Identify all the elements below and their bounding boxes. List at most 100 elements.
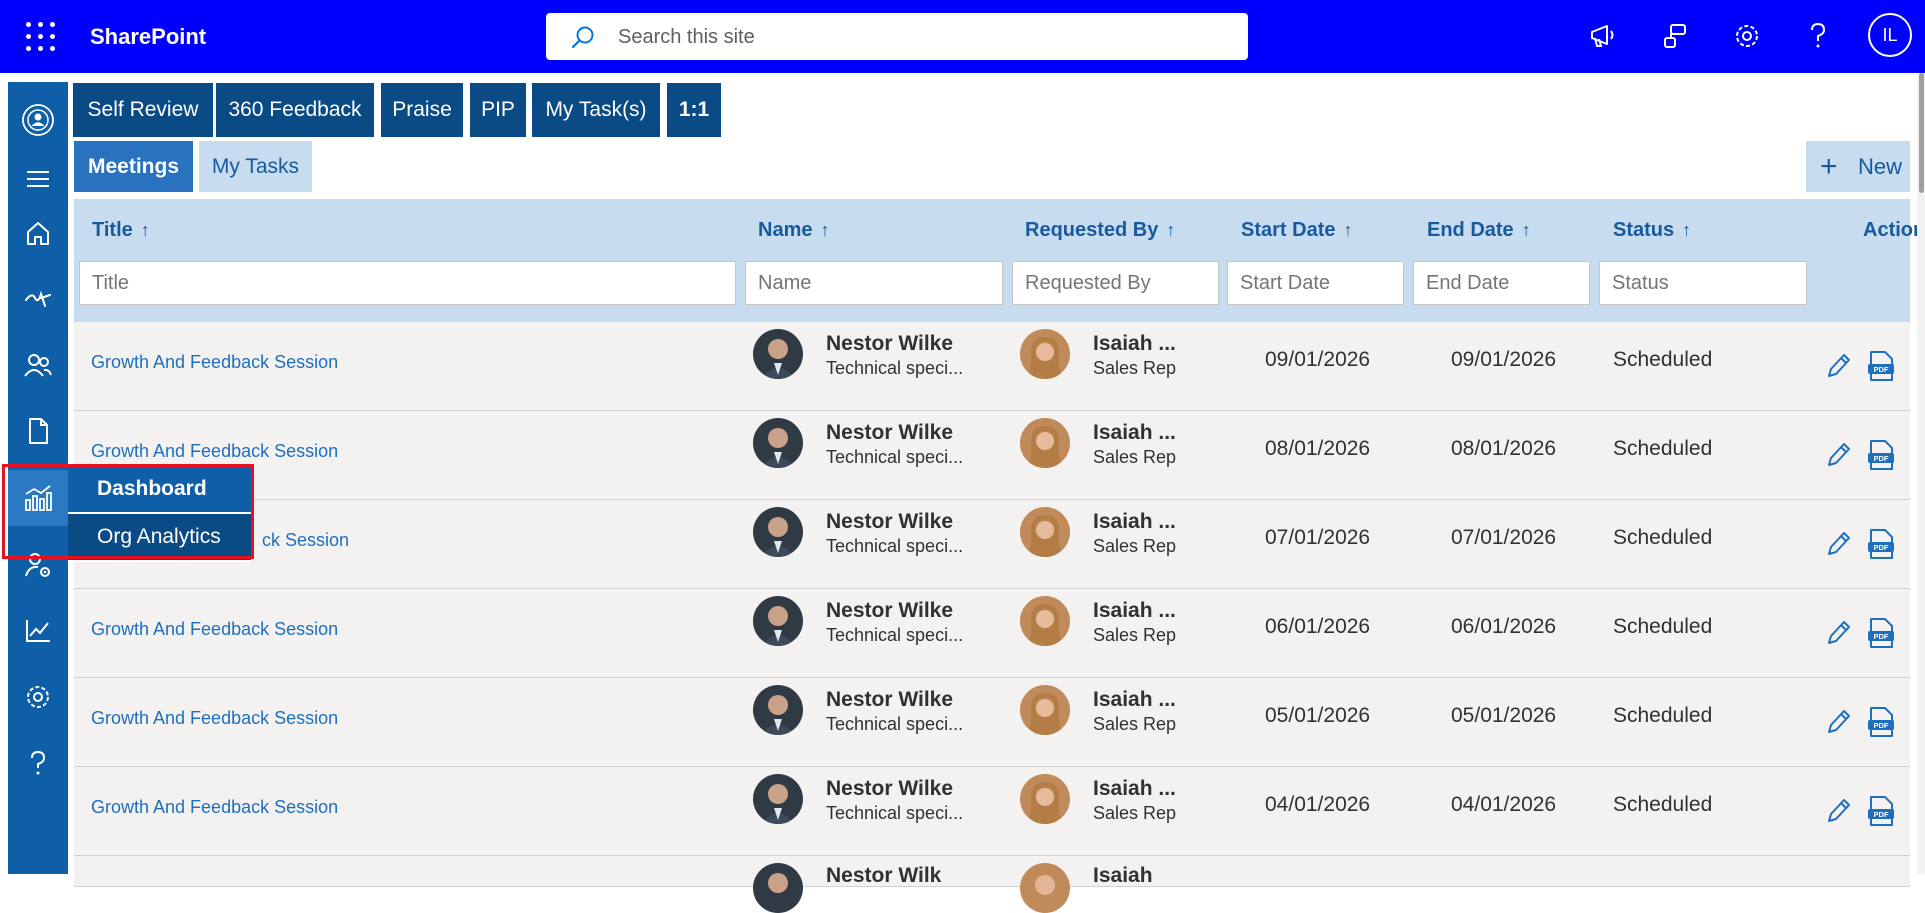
avatar [753, 596, 803, 646]
new-button[interactable]: + New [1806, 141, 1910, 192]
help-icon[interactable] [1800, 18, 1836, 54]
requester-name: Isaiah ... [1093, 421, 1176, 444]
column-header-status[interactable]: Status ↑ [1613, 219, 1691, 242]
requester-name: Isaiah ... [1093, 510, 1176, 533]
end-date: 04/01/2026 [1451, 793, 1557, 816]
avatar [753, 418, 803, 468]
employee-name: Nestor Wilke [826, 510, 954, 533]
tab-one-on-one[interactable]: 1:1 [667, 83, 721, 137]
share-network-icon[interactable] [1657, 18, 1693, 54]
home-icon[interactable] [8, 209, 68, 257]
requester-role: Sales Rep [1093, 625, 1177, 645]
grid-header: Title ↑ Name ↑ Requested By ↑ Start Date ↑ E… [74, 199, 1925, 322]
avatar [1020, 418, 1070, 468]
tab-360-feedback[interactable]: 360 Feedback [216, 83, 374, 137]
employee-name: Nestor Wilke [826, 688, 954, 711]
help-icon[interactable] [8, 739, 68, 787]
profile-icon[interactable] [8, 96, 68, 144]
signature-icon[interactable] [8, 275, 68, 323]
edit-pencil-icon[interactable] [1824, 350, 1852, 380]
app-launcher-icon[interactable] [26, 22, 56, 52]
avatar [1020, 596, 1070, 646]
edit-pencil-icon[interactable] [1824, 706, 1852, 736]
edit-pencil-icon[interactable] [1824, 528, 1852, 558]
avatar [753, 863, 803, 913]
column-header-title[interactable]: Title ↑ [92, 219, 150, 242]
edit-pencil-icon[interactable] [1824, 617, 1852, 647]
meeting-title-link[interactable]: Growth And Feedback Session [91, 619, 338, 640]
pdf-download-icon[interactable]: PDF [1866, 528, 1896, 560]
table-row: Growth And Feedback Session Nestor Wilke… [74, 589, 1910, 678]
new-button-label: New [1858, 154, 1903, 179]
meeting-title-link[interactable]: Growth And Feedback Session [91, 797, 338, 818]
pdf-download-icon[interactable]: PDF [1866, 617, 1896, 649]
scrollbar-track[interactable] [1917, 73, 1925, 874]
employee-role: Technical speci... [826, 803, 964, 823]
tab-self-review[interactable]: Self Review [73, 83, 213, 137]
column-header-action: Action [1863, 219, 1925, 241]
table-row: Growth And Feedback Session Nestor Wilke… [74, 322, 1910, 411]
requester-name: Isaiah [1093, 864, 1153, 887]
search-placeholder: Search this site [618, 26, 755, 48]
user-avatar[interactable]: IL [1868, 13, 1912, 57]
edit-pencil-icon[interactable] [1824, 795, 1852, 825]
filter-requested-by-input[interactable] [1012, 261, 1219, 305]
employee-name: Nestor Wilke [826, 777, 954, 800]
employee-name: Nestor Wilke [826, 332, 954, 355]
avatar [753, 329, 803, 379]
column-header-requested-by[interactable]: Requested By ↑ [1025, 219, 1175, 242]
requester-role: Sales Rep [1093, 447, 1177, 467]
search-box[interactable]: Search this site [546, 13, 1248, 60]
tab-meetings[interactable]: Meetings [74, 141, 193, 192]
start-date: 04/01/2026 [1265, 793, 1371, 816]
filter-status-input[interactable] [1599, 261, 1807, 305]
pdf-download-icon[interactable]: PDF [1866, 439, 1896, 471]
chart-line-icon[interactable] [8, 607, 68, 655]
pdf-download-icon[interactable]: PDF [1866, 706, 1896, 738]
requester-role: Sales Rep [1093, 358, 1177, 378]
status-text: Scheduled [1613, 526, 1713, 549]
hamburger-icon[interactable] [8, 155, 68, 203]
megaphone-icon[interactable] [1585, 18, 1621, 54]
meeting-title-link[interactable]: Growth And Feedback Session [91, 708, 338, 729]
employee-role: Technical speci... [826, 625, 964, 645]
employee-role: Technical speci... [826, 714, 964, 734]
start-date: 08/01/2026 [1265, 437, 1371, 460]
avatar [1020, 685, 1070, 735]
employee-role: Technical speci... [826, 447, 964, 467]
column-header-start-date[interactable]: Start Date ↑ [1241, 219, 1352, 242]
start-date: 05/01/2026 [1265, 704, 1371, 727]
meeting-title-link[interactable]: ck Session [262, 530, 349, 551]
avatar [1020, 774, 1070, 824]
meeting-title-link[interactable]: Growth And Feedback Session [91, 352, 338, 373]
people-icon[interactable] [8, 341, 68, 389]
scrollbar-thumb[interactable] [1919, 73, 1924, 193]
pdf-download-icon[interactable]: PDF [1866, 350, 1896, 382]
table-row: Growth And Feedback Session Nestor Wilke… [74, 767, 1910, 856]
avatar [753, 507, 803, 557]
svg-text:PDF: PDF [1874, 543, 1889, 552]
document-icon[interactable] [8, 407, 68, 455]
filter-name-input[interactable] [745, 261, 1003, 305]
tab-my-tasks[interactable]: My Task(s) [532, 83, 660, 137]
gear-icon[interactable] [1729, 18, 1765, 54]
requester-name: Isaiah ... [1093, 688, 1176, 711]
pdf-download-icon[interactable]: PDF [1866, 795, 1896, 827]
employee-role: Technical speci... [826, 536, 964, 556]
brand-name[interactable]: SharePoint [90, 24, 206, 50]
column-header-end-date[interactable]: End Date ↑ [1427, 219, 1531, 242]
tab-pip[interactable]: PIP [470, 83, 526, 137]
filter-start-date-input[interactable] [1227, 261, 1404, 305]
column-header-name[interactable]: Name ↑ [758, 219, 829, 242]
filter-title-input[interactable] [79, 261, 736, 305]
status-text: Scheduled [1613, 348, 1713, 371]
plus-icon: + [1820, 150, 1838, 183]
settings-gear-icon[interactable] [8, 673, 68, 721]
meeting-title-link[interactable]: Growth And Feedback Session [91, 441, 338, 462]
edit-pencil-icon[interactable] [1824, 439, 1852, 469]
tab-praise[interactable]: Praise [381, 83, 463, 137]
tab-my-tasks-sub[interactable]: My Tasks [199, 141, 312, 192]
sort-arrow-icon: ↑ [820, 220, 830, 240]
sort-arrow-icon: ↑ [1682, 220, 1692, 240]
filter-end-date-input[interactable] [1413, 261, 1590, 305]
